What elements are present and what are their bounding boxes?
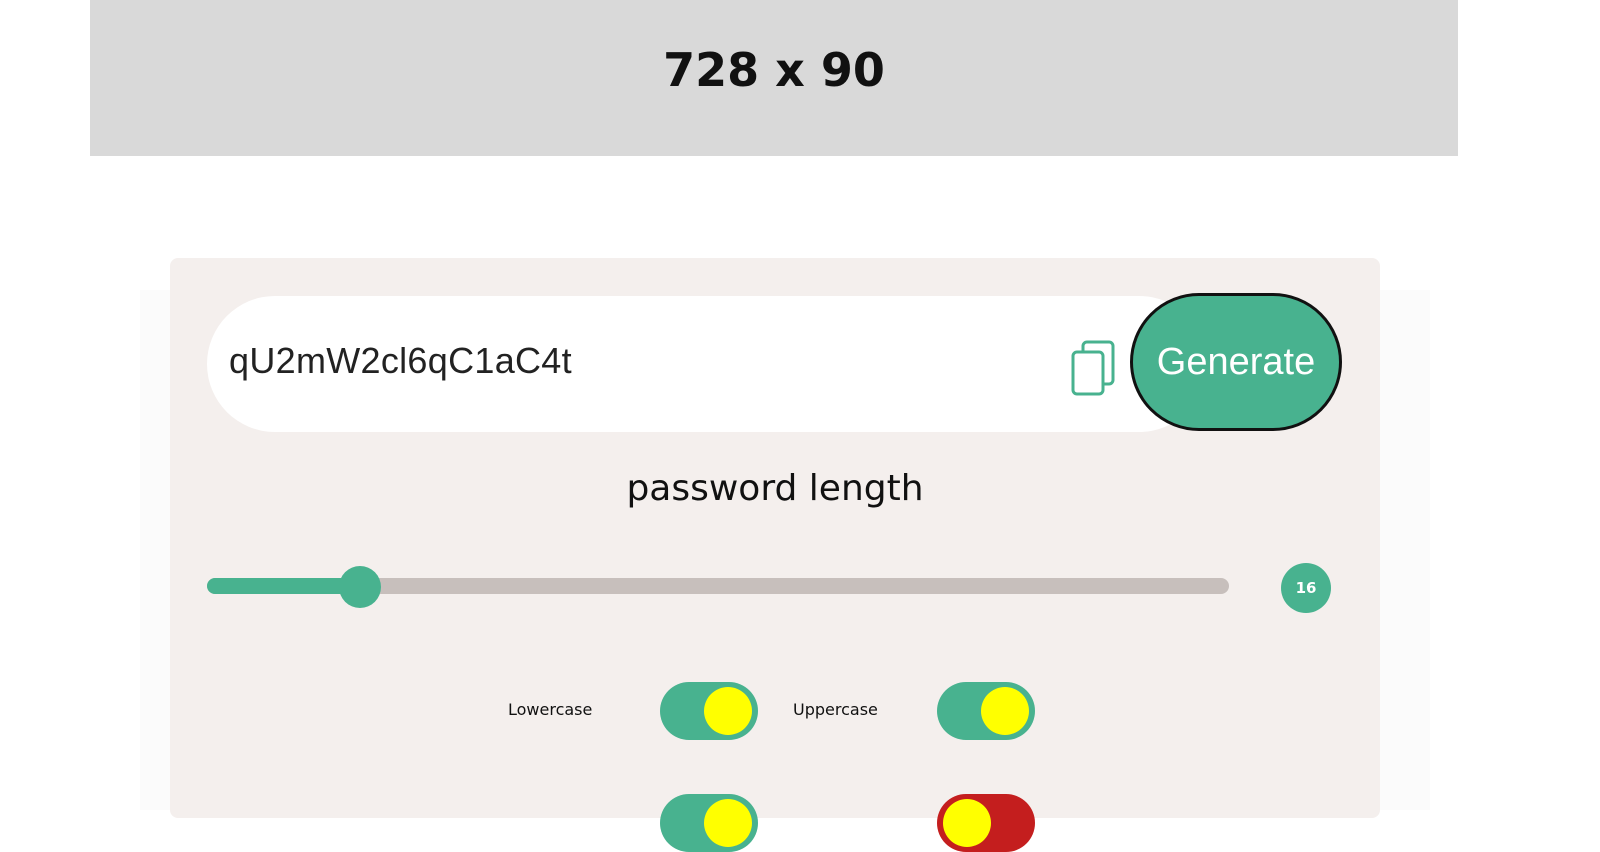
toggle-knob (981, 687, 1029, 735)
toggle-knob (943, 799, 991, 847)
lowercase-toggle[interactable] (660, 682, 758, 740)
toggle-knob (704, 687, 752, 735)
option-toggle-4[interactable] (937, 794, 1035, 852)
copy-icon[interactable] (1069, 340, 1117, 396)
slider-fill (207, 578, 361, 594)
password-value[interactable]: qU2mW2cl6qC1aC4t (229, 340, 572, 382)
option-toggle-3[interactable] (660, 794, 758, 852)
ad-placeholder-label: 728 x 90 (663, 43, 885, 97)
password-length-title: password length (626, 468, 924, 509)
toggle-knob (704, 799, 752, 847)
password-length-value: 16 (1281, 563, 1331, 613)
option-label-lowercase: Lowercase (508, 700, 593, 719)
password-output-field[interactable]: qU2mW2cl6qC1aC4t (207, 296, 1207, 432)
uppercase-toggle[interactable] (937, 682, 1035, 740)
option-label-uppercase: Uppercase (793, 700, 878, 719)
slider-thumb[interactable] (339, 566, 382, 608)
password-length-slider[interactable] (207, 566, 1229, 608)
ad-banner: 728 x 90 (90, 0, 1458, 156)
generate-button[interactable]: Generate (1130, 293, 1342, 431)
password-generator-card: qU2mW2cl6qC1aC4t Generate password lengt… (170, 258, 1380, 852)
